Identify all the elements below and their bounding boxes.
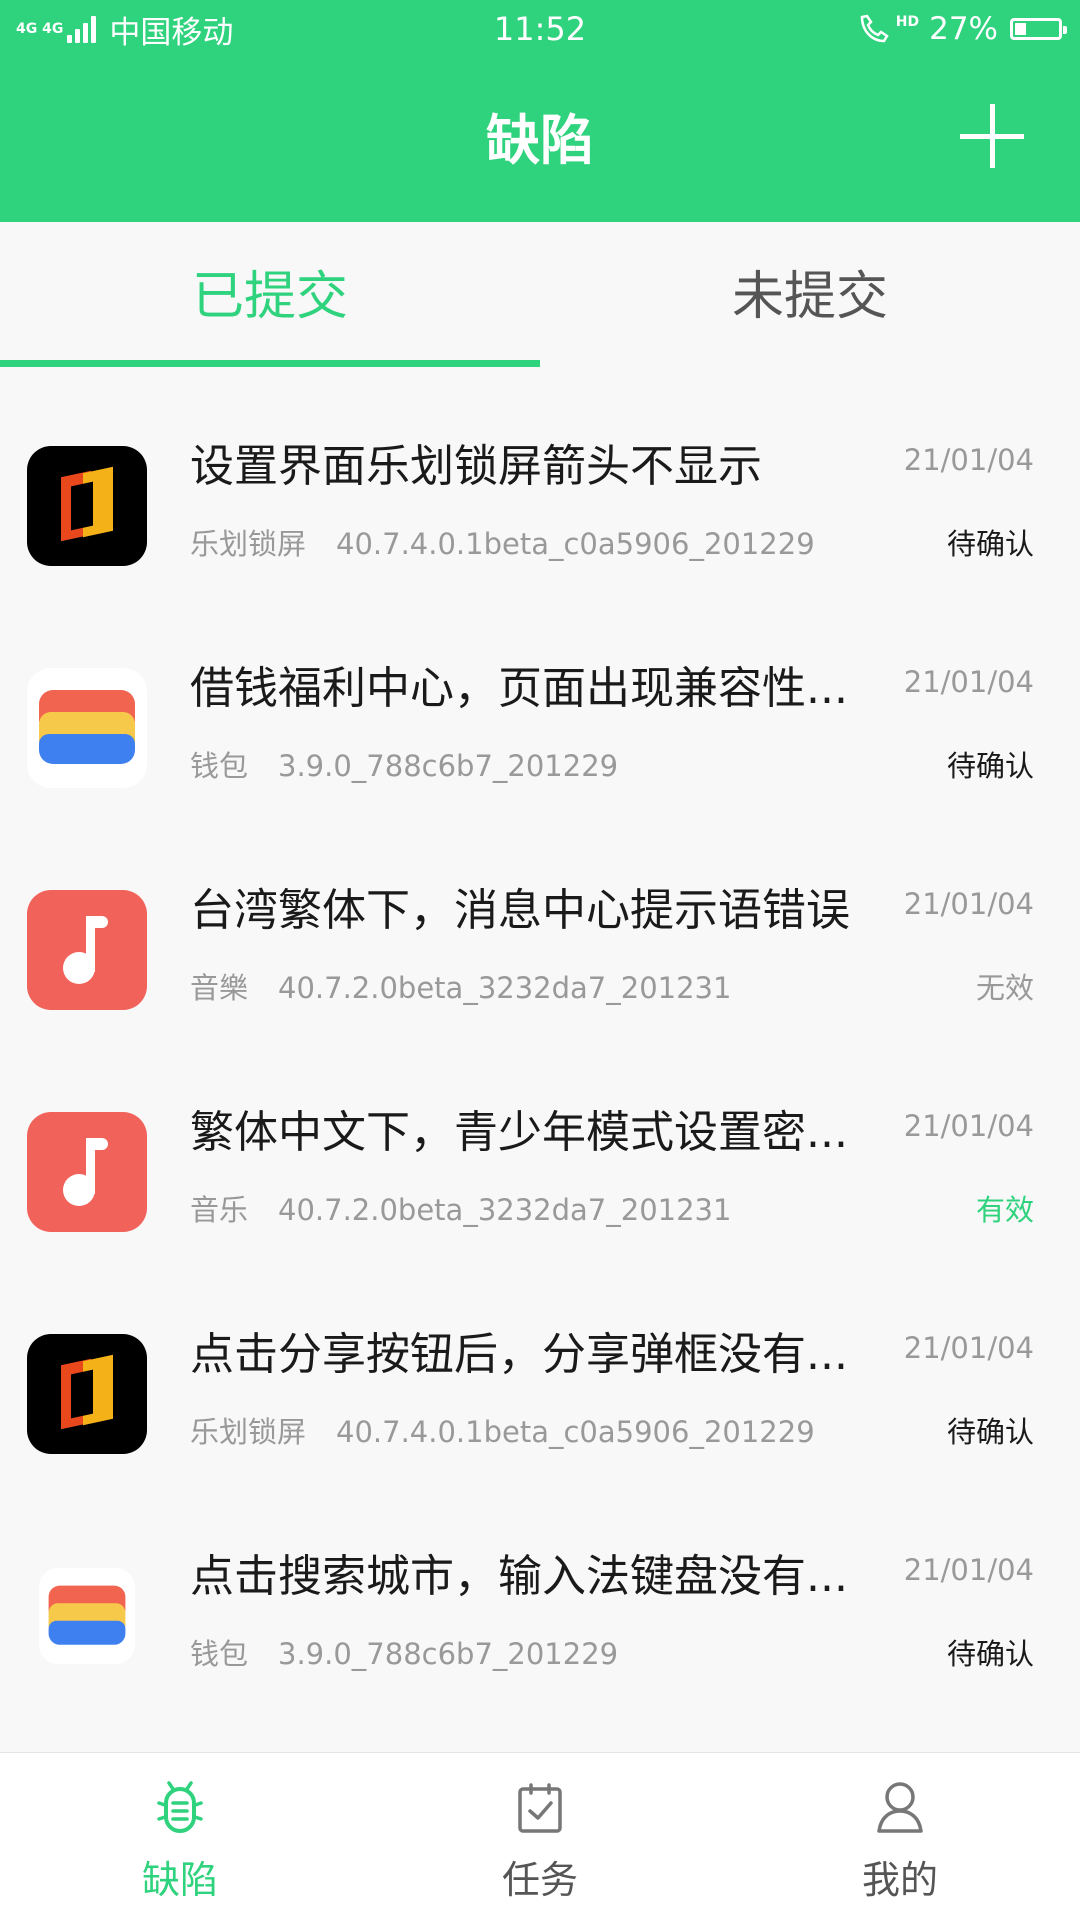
nav-label: 我的 (861, 1858, 938, 1902)
nav-mine[interactable]: 我的 (720, 1753, 1080, 1921)
defect-title: 点击分享按钮后，分享弹框没有... (190, 1329, 848, 1380)
defect-title: 繁体中文下，青少年模式设置密... (190, 1107, 848, 1158)
app-version: 40.7.2.0beta_3232da7_201231 (278, 971, 732, 1005)
bug-icon (157, 1781, 203, 1833)
app-header: 4G 4G 中国移动 11:52 HD 27% 缺陷 (0, 0, 1080, 222)
tab-bar: 已提交 未提交 (0, 222, 1080, 367)
defect-status: 待确认 (946, 1415, 1034, 1449)
nav-defects[interactable]: 缺陷 (0, 1753, 360, 1921)
defect-row[interactable]: 借钱福利中心，页面出现兼容性... 21/01/04 钱包 3.9.0_788c6… (0, 612, 1080, 834)
app-version: 40.7.2.0beta_3232da7_201231 (278, 1193, 732, 1227)
lock-screen-app-icon (27, 1334, 147, 1454)
lock-screen-app-icon (27, 446, 147, 566)
app-name: 音乐 (190, 1193, 249, 1227)
tab-submitted[interactable]: 已提交 (0, 222, 540, 367)
defect-status: 待确认 (946, 749, 1034, 783)
app-version: 3.9.0_788c6b7_201229 (278, 749, 619, 783)
defect-row[interactable]: 繁体中文下，青少年模式设置密... 21/01/04 音乐 40.7.2.0bet… (0, 1056, 1080, 1278)
defect-app-info: 音乐 40.7.2.0beta_3232da7_201231 (190, 1190, 731, 1230)
defect-title: 台湾繁体下，消息中心提示语错误 (190, 885, 850, 936)
clipboard-check-icon (518, 1783, 562, 1833)
defect-date: 21/01/04 (903, 443, 1034, 477)
defect-status: 有效 (975, 1193, 1034, 1227)
battery-icon (1010, 18, 1067, 40)
nav-label: 缺陷 (141, 1858, 218, 1902)
status-bar: 4G 4G 中国移动 11:52 HD 27% (0, 0, 1080, 58)
person-icon (877, 1782, 923, 1833)
defect-date: 21/01/04 (903, 887, 1034, 921)
defect-app-info: 乐划锁屏 40.7.4.0.1beta_c0a5906_201229 (190, 1412, 815, 1452)
defect-app-info: 钱包 3.9.0_788c6b7_201229 (190, 746, 618, 786)
defect-date: 21/01/04 (903, 1109, 1034, 1143)
add-defect-button[interactable] (960, 104, 1024, 168)
nav-tasks[interactable]: 任务 (360, 1753, 720, 1921)
wallet-app-icon (27, 668, 147, 788)
defect-title: 设置界面乐划锁屏箭头不显示 (190, 441, 762, 492)
bottom-nav: 缺陷 任务 我的 (0, 1752, 1080, 1921)
defect-status: 无效 (975, 971, 1034, 1005)
music-app-icon (27, 1112, 147, 1232)
nav-label: 任务 (501, 1858, 578, 1902)
defect-date: 21/01/04 (903, 1553, 1034, 1587)
defect-row[interactable]: 点击分享按钮后，分享弹框没有... 21/01/04 乐划锁屏 40.7.4.0.… (0, 1278, 1080, 1500)
app-version: 40.7.4.0.1beta_c0a5906_201229 (336, 527, 815, 561)
defect-app-info: 钱包 3.9.0_788c6b7_201229 (190, 1634, 618, 1674)
app-version: 3.9.0_788c6b7_201229 (278, 1637, 619, 1671)
app-name: 钱包 (190, 749, 249, 783)
defect-row[interactable]: 台湾繁体下，消息中心提示语错误 21/01/04 音樂 40.7.2.0beta_… (0, 834, 1080, 1056)
app-version: 40.7.4.0.1beta_c0a5906_201229 (336, 1415, 815, 1449)
app-name: 钱包 (190, 1637, 249, 1671)
defect-app-info: 乐划锁屏 40.7.4.0.1beta_c0a5906_201229 (190, 524, 815, 564)
hd-label: HD (895, 14, 920, 30)
tab-unsubmitted[interactable]: 未提交 (540, 222, 1080, 367)
defect-row[interactable]: 设置界面乐划锁屏箭头不显示 21/01/04 乐划锁屏 40.7.4.0.1bet… (0, 390, 1080, 612)
app-name: 音樂 (190, 971, 249, 1005)
wallet-app-icon (39, 1568, 135, 1664)
defect-row[interactable]: 点击搜索城市，输入法键盘没有... 21/01/04 钱包 3.9.0_788c6… (0, 1500, 1080, 1722)
defect-status: 待确认 (946, 1637, 1034, 1671)
active-tab-indicator (0, 360, 540, 367)
hd-call-icon (860, 14, 889, 43)
music-app-icon (27, 890, 147, 1010)
defect-date: 21/01/04 (903, 1331, 1034, 1365)
defect-date: 21/01/04 (903, 665, 1034, 699)
defect-title: 点击搜索城市，输入法键盘没有... (190, 1551, 848, 1602)
battery-percent: 27% (929, 11, 998, 47)
defect-title: 借钱福利中心，页面出现兼容性... (190, 663, 848, 714)
app-name: 乐划锁屏 (190, 527, 307, 561)
page-title: 缺陷 (486, 109, 594, 172)
app-name: 乐划锁屏 (190, 1415, 307, 1449)
defect-status: 待确认 (946, 527, 1034, 561)
defect-app-info: 音樂 40.7.2.0beta_3232da7_201231 (190, 968, 731, 1008)
